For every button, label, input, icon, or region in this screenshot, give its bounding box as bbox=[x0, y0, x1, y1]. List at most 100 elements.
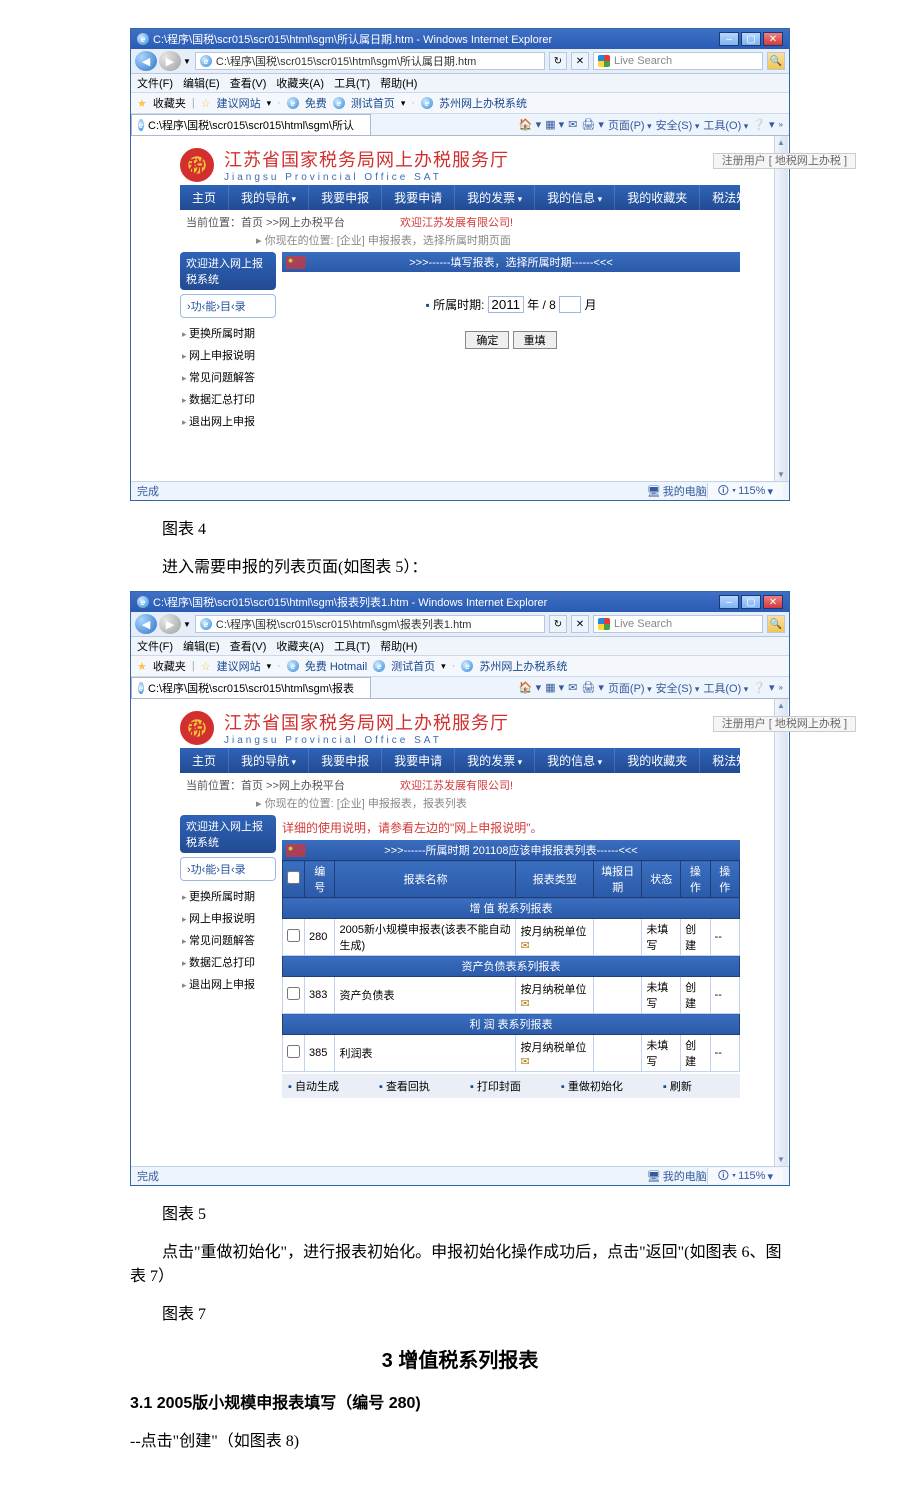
nav-fav[interactable]: 我的收藏夹 bbox=[615, 748, 700, 773]
minimize-button[interactable]: – bbox=[719, 32, 739, 46]
nav-taxlaw[interactable]: 税法知识库 bbox=[700, 185, 785, 210]
zoom-control[interactable]: 🛈 ▾ 115% ▾ bbox=[707, 1168, 783, 1184]
menu-help[interactable]: 帮助(H) bbox=[380, 638, 417, 654]
close-button[interactable]: ✕ bbox=[763, 595, 783, 609]
cmd-feeds-icon[interactable]: ▦ ▾ bbox=[545, 118, 564, 131]
register-button[interactable]: 注册用户 [ 地税网上办税 ] bbox=[713, 716, 856, 732]
fav-link-4[interactable]: 苏州网上办税系统 bbox=[439, 95, 527, 111]
cell-op1[interactable]: 创建 bbox=[681, 977, 710, 1014]
nav-home[interactable]: 主页 bbox=[180, 748, 229, 773]
cmd-print-icon[interactable]: 🖨 ▾ bbox=[581, 118, 604, 131]
fav-link-3[interactable]: 测试首页 bbox=[391, 658, 435, 674]
nav-apply[interactable]: 我要申请 bbox=[382, 748, 455, 773]
menu-tools[interactable]: 工具(T) bbox=[334, 75, 370, 91]
sidebar-item-declareguide[interactable]: 网上申报说明 bbox=[180, 344, 276, 366]
cmd-feeds-icon[interactable]: ▦ ▾ bbox=[545, 681, 564, 694]
back-button[interactable]: ◀ bbox=[135, 51, 157, 71]
nav-mynav[interactable]: 我的导航 bbox=[229, 185, 309, 210]
sidebar-item-summaryprint[interactable]: 数据汇总打印 bbox=[180, 951, 276, 973]
sidebar-item-faq[interactable]: 常见问题解答 bbox=[180, 929, 276, 951]
cmd-page[interactable]: 页面(P) bbox=[608, 117, 652, 133]
nav-invoice[interactable]: 我的发票 bbox=[455, 748, 535, 773]
cmd-home-icon[interactable]: 🏠 ▾ bbox=[519, 681, 541, 694]
menu-edit[interactable]: 编辑(E) bbox=[183, 638, 220, 654]
menu-view[interactable]: 查看(V) bbox=[230, 638, 267, 654]
menu-view[interactable]: 查看(V) bbox=[230, 75, 267, 91]
cmd-mail-icon[interactable]: ✉ bbox=[568, 681, 577, 694]
nav-apply[interactable]: 我要申请 bbox=[382, 185, 455, 210]
title-bar[interactable]: C:\程序\国税\scr015\scr015\html\sgm\所认属日期.ht… bbox=[131, 29, 789, 49]
sidebar-item-changeperiod[interactable]: 更换所属时期 bbox=[180, 322, 276, 344]
row-check[interactable] bbox=[287, 987, 300, 1000]
address-bar[interactable]: C:\程序\国税\scr015\scr015\html\sgm\报表列表1.ht… bbox=[195, 615, 545, 633]
cmd-help-icon[interactable]: ❔ ▾ bbox=[752, 118, 774, 131]
fav-link-1[interactable]: 建议网站 bbox=[217, 658, 261, 674]
cmd-safety[interactable]: 安全(S) bbox=[656, 680, 700, 696]
close-button[interactable]: ✕ bbox=[763, 32, 783, 46]
cmd-home-icon[interactable]: 🏠 ▾ bbox=[519, 118, 541, 131]
fav-link-3[interactable]: 测试首页 bbox=[351, 95, 395, 111]
history-dropdown-icon[interactable]: ▼ bbox=[183, 57, 191, 66]
month-input[interactable] bbox=[559, 296, 581, 313]
cmd-tools[interactable]: 工具(O) bbox=[703, 117, 748, 133]
address-bar[interactable]: C:\程序\国税\scr015\scr015\html\sgm\所认属日期.ht… bbox=[195, 52, 545, 70]
menu-fav[interactable]: 收藏夹(A) bbox=[276, 75, 324, 91]
cmd-print-icon[interactable]: 🖨 ▾ bbox=[581, 681, 604, 694]
forward-button[interactable]: ▶ bbox=[159, 614, 181, 634]
sidebar-item-changeperiod[interactable]: 更换所属时期 bbox=[180, 885, 276, 907]
sidebar-item-faq[interactable]: 常见问题解答 bbox=[180, 366, 276, 388]
back-button[interactable]: ◀ bbox=[135, 614, 157, 634]
fav-star-icon[interactable]: ★ bbox=[137, 660, 147, 673]
action-autogen[interactable]: 自动生成 bbox=[288, 1078, 339, 1094]
stop-button[interactable]: ✕ bbox=[571, 615, 589, 633]
col-check[interactable] bbox=[283, 861, 305, 898]
menu-file[interactable]: 文件(F) bbox=[137, 75, 173, 91]
cmd-help-icon[interactable]: ❔ ▾ bbox=[752, 681, 774, 694]
cell-op1[interactable]: 创建 bbox=[681, 919, 710, 956]
check-all[interactable] bbox=[287, 871, 300, 884]
forward-button[interactable]: ▶ bbox=[159, 51, 181, 71]
search-box[interactable]: Live Search bbox=[593, 615, 763, 633]
fav-label[interactable]: 收藏夹 bbox=[153, 95, 186, 111]
reset-button[interactable]: 重填 bbox=[513, 331, 557, 349]
nav-fav[interactable]: 我的收藏夹 bbox=[615, 185, 700, 210]
sidebar-item-declareguide[interactable]: 网上申报说明 bbox=[180, 907, 276, 929]
search-go-button[interactable]: 🔍 bbox=[767, 615, 785, 633]
menu-file[interactable]: 文件(F) bbox=[137, 638, 173, 654]
search-box[interactable]: Live Search bbox=[593, 52, 763, 70]
tab-current[interactable]: C:\程序\国税\scr015\scr015\html\sgm\所认 bbox=[131, 114, 371, 135]
zoom-control[interactable]: 🛈 ▾ 115% ▾ bbox=[707, 483, 783, 499]
security-zone[interactable]: 🖥 我的电脑 bbox=[647, 483, 707, 499]
cmd-page[interactable]: 页面(P) bbox=[608, 680, 652, 696]
stop-button[interactable]: ✕ bbox=[571, 52, 589, 70]
nav-declare[interactable]: 我要申报 bbox=[309, 185, 382, 210]
nav-info[interactable]: 我的信息 bbox=[535, 748, 615, 773]
tab-current[interactable]: C:\程序\国税\scr015\scr015\html\sgm\报表 bbox=[131, 677, 371, 698]
maximize-button[interactable]: ▢ bbox=[741, 595, 761, 609]
register-button[interactable]: 注册用户 [ 地税网上办税 ] bbox=[713, 153, 856, 169]
cell-op1[interactable]: 创建 bbox=[681, 1035, 710, 1072]
menu-tools[interactable]: 工具(T) bbox=[334, 638, 370, 654]
ok-button[interactable]: 确定 bbox=[465, 331, 509, 349]
nav-home[interactable]: 主页 bbox=[180, 185, 229, 210]
minimize-button[interactable]: – bbox=[719, 595, 739, 609]
nav-info[interactable]: 我的信息 bbox=[535, 185, 615, 210]
fav-link-2[interactable]: 免费 bbox=[305, 95, 327, 111]
refresh-button[interactable]: ↻ bbox=[549, 615, 567, 633]
menu-help[interactable]: 帮助(H) bbox=[380, 75, 417, 91]
action-reinit[interactable]: 重做初始化 bbox=[561, 1078, 623, 1094]
row-check[interactable] bbox=[287, 1045, 300, 1058]
cmd-tools[interactable]: 工具(O) bbox=[703, 680, 748, 696]
nav-taxlaw[interactable]: 税法知识库 bbox=[700, 748, 785, 773]
title-bar[interactable]: C:\程序\国税\scr015\scr015\html\sgm\报表列表1.ht… bbox=[131, 592, 789, 612]
cmd-mail-icon[interactable]: ✉ bbox=[568, 118, 577, 131]
sidebar-item-exit[interactable]: 退出网上申报 bbox=[180, 410, 276, 432]
search-go-button[interactable]: 🔍 bbox=[767, 52, 785, 70]
history-dropdown-icon[interactable]: ▼ bbox=[183, 620, 191, 629]
action-refresh[interactable]: 刷新 bbox=[663, 1078, 692, 1094]
sidebar-item-summaryprint[interactable]: 数据汇总打印 bbox=[180, 388, 276, 410]
fav-link-4[interactable]: 苏州网上办税系统 bbox=[479, 658, 567, 674]
cmd-chevrons-icon[interactable]: » bbox=[779, 683, 783, 692]
maximize-button[interactable]: ▢ bbox=[741, 32, 761, 46]
refresh-button[interactable]: ↻ bbox=[549, 52, 567, 70]
